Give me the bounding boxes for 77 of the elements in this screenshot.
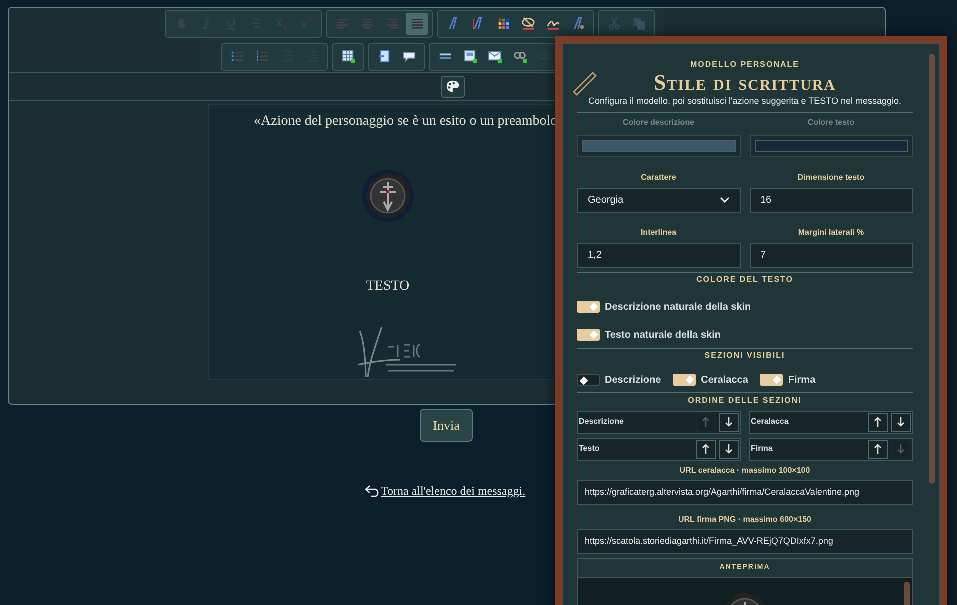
- field-label: Margini laterali %: [797, 226, 866, 239]
- field-label: Carattere: [640, 172, 678, 184]
- dialog-subtitle: Configura il modello, poi sostituisci l'azione suggerita e TESTO nel messaggio.: [587, 95, 903, 108]
- arrow-down-icon: [896, 443, 906, 455]
- image-icon: [462, 49, 478, 64]
- numbered-list-icon: [254, 49, 270, 64]
- document-icon: [376, 49, 392, 64]
- send-button[interactable]: Invia: [420, 409, 473, 442]
- color-picker[interactable]: [750, 134, 913, 156]
- return-arrow-icon: [365, 485, 381, 497]
- toggle-label: Testo naturale della skin: [605, 328, 721, 342]
- move-down-button[interactable]: [891, 412, 911, 432]
- field-label: Colore testo: [806, 116, 856, 128]
- order-label: Firma: [751, 443, 774, 455]
- arrow-up-icon: [873, 416, 883, 428]
- order-label: Ceralacca: [751, 416, 790, 428]
- field-label: URL firma PNG · massimo 600×150: [677, 514, 813, 526]
- broken-link-icon: [538, 49, 552, 64]
- back-link[interactable]: Torna all'elenco dei messaggi.: [381, 482, 526, 500]
- toggle-label: Descrizione naturale della skin: [605, 300, 752, 314]
- toggle-label: Descrizione: [605, 374, 662, 388]
- crossed-eye-icon: [520, 16, 536, 31]
- field-label: Colore descrizione: [622, 116, 696, 128]
- justify-icon: [410, 16, 424, 31]
- font-select[interactable]: Georgia: [577, 188, 740, 212]
- toggle-switch[interactable]: [577, 301, 600, 313]
- dialog-kicker: MODELLO PERSONALE: [689, 59, 800, 71]
- intro-text: «Azione del personaggio se è un esito o un preambolo: [254, 113, 558, 131]
- body-text: TESTO: [366, 278, 410, 296]
- toggle-label: Firma: [788, 374, 816, 388]
- envelope-icon: [488, 49, 502, 64]
- table-icon: [340, 49, 356, 64]
- dialog-title: Stile di scrittura: [654, 71, 836, 95]
- section-heading: COLORE DEL TESTO: [695, 274, 795, 286]
- chevron-down-icon: [720, 197, 730, 203]
- chain-link-icon: [512, 49, 528, 64]
- field-label: URL ceralacca · massimo 100×100: [678, 464, 812, 476]
- toggle-switch[interactable]: [673, 374, 696, 386]
- palette-button[interactable]: [441, 76, 465, 98]
- superscript-icon: [298, 16, 314, 31]
- order-label: Testo: [579, 443, 601, 455]
- move-up-button[interactable]: [868, 412, 888, 432]
- field-label: Interlinea: [640, 226, 678, 238]
- pencil-icon: [571, 70, 599, 98]
- text-input[interactable]: 1,2: [577, 242, 740, 268]
- toggle-switch[interactable]: [577, 329, 600, 341]
- move-up-button[interactable]: [696, 440, 716, 458]
- toggle-switch[interactable]: [760, 374, 784, 386]
- move-down-button[interactable]: [719, 412, 739, 432]
- arrow-up-icon: [873, 443, 883, 455]
- move-down-button[interactable]: [719, 440, 739, 458]
- text-input[interactable]: 7: [750, 242, 913, 268]
- section-heading: SEZIONI VISIBILI: [704, 350, 786, 362]
- section-heading: ORDINE DELLE SEZIONI: [687, 394, 803, 406]
- align-left-icon: [334, 16, 350, 31]
- palette-icon: [446, 80, 460, 93]
- arrow-down-icon: [724, 443, 734, 455]
- align-right-icon: [384, 16, 400, 31]
- bullet-list-icon: [230, 49, 244, 64]
- scissors-icon: [606, 16, 622, 31]
- text-input[interactable]: 16: [750, 188, 913, 212]
- color-picker[interactable]: [577, 134, 740, 156]
- arrow-down-icon: [896, 416, 906, 428]
- copy-icon: [632, 16, 646, 31]
- arrow-up-icon: [701, 443, 711, 455]
- align-center-icon: [360, 16, 374, 31]
- arrow-down-icon: [724, 416, 734, 428]
- order-label: Descrizione: [579, 416, 625, 428]
- url-input[interactable]: https://graficaterg.altervista.org/Agarthi/firma/CeralaccaValentine.png: [577, 480, 913, 504]
- url-input[interactable]: https://scatola.storiediagarthi.it/Firma_AVV-REjQ7QDIxfx7.png: [577, 528, 913, 554]
- toggle-label: Ceralacca: [701, 374, 748, 388]
- toggle-switch[interactable]: [577, 374, 600, 386]
- move-up-button[interactable]: [868, 440, 888, 458]
- justify-button[interactable]: [406, 12, 428, 34]
- select-value: Georgia: [588, 194, 624, 208]
- arrow-up-icon: [701, 416, 711, 428]
- field-label: Dimensione testo: [796, 172, 866, 184]
